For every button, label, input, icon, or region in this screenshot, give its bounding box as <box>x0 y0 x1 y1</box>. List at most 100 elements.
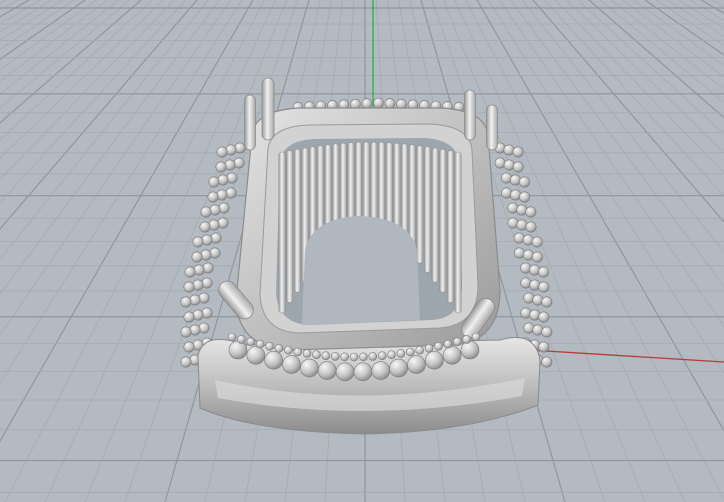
bead <box>520 307 532 319</box>
bead <box>202 262 214 274</box>
bead <box>233 157 245 169</box>
bead <box>191 251 203 263</box>
bead <box>209 247 221 259</box>
bead <box>216 189 228 201</box>
bead <box>531 236 543 248</box>
bead <box>373 97 384 109</box>
bead <box>189 294 201 306</box>
bead <box>541 326 553 338</box>
bead <box>198 292 210 304</box>
bead <box>425 350 444 370</box>
prong <box>486 104 498 151</box>
3d-viewport[interactable] <box>0 0 724 502</box>
prong <box>464 89 476 141</box>
bead <box>321 351 331 361</box>
gallery-rod <box>370 141 378 223</box>
bead <box>330 352 340 361</box>
bead <box>507 217 519 229</box>
gallery-rod <box>454 151 462 314</box>
bead <box>518 176 530 188</box>
bead <box>361 98 373 109</box>
bead <box>183 311 195 323</box>
bead <box>201 307 213 319</box>
bead <box>512 161 524 173</box>
gallery-rod <box>431 147 439 283</box>
bead <box>183 341 195 353</box>
gallery-rod <box>286 150 294 303</box>
bead <box>519 191 531 203</box>
bead <box>503 159 515 171</box>
bead <box>218 202 230 214</box>
bead <box>368 352 378 361</box>
bead <box>522 234 534 246</box>
bead <box>406 347 415 357</box>
bead <box>500 172 512 184</box>
bead <box>371 361 391 380</box>
bead <box>516 204 528 216</box>
bead <box>227 332 237 342</box>
prong <box>261 77 275 141</box>
bead <box>396 349 406 358</box>
bead <box>226 172 238 184</box>
bead <box>340 352 349 362</box>
bead <box>503 144 515 156</box>
bead <box>217 217 229 229</box>
bead <box>442 345 462 365</box>
bead <box>501 187 513 199</box>
bead <box>234 142 246 154</box>
bead <box>529 309 541 321</box>
bead <box>389 358 408 378</box>
bead <box>209 204 221 216</box>
bead <box>359 352 368 362</box>
bead <box>424 344 434 353</box>
bead <box>215 161 227 173</box>
bead <box>184 266 196 278</box>
bead <box>522 249 534 261</box>
bead <box>208 219 220 231</box>
gallery-rod <box>416 145 424 264</box>
bead <box>208 176 220 188</box>
bead <box>300 358 319 378</box>
bead <box>523 322 535 334</box>
bead <box>192 309 204 321</box>
gallery-rod <box>423 146 431 273</box>
bead <box>538 281 550 293</box>
gallery-rod <box>385 142 393 233</box>
gallery-rod <box>293 149 301 293</box>
x-axis-line <box>529 349 724 363</box>
bead <box>538 311 550 323</box>
bead <box>513 247 525 259</box>
bead <box>189 324 201 336</box>
gallery-rod <box>362 141 370 223</box>
bead <box>507 202 519 214</box>
bead <box>538 341 550 353</box>
bead <box>180 296 192 308</box>
bead <box>532 294 544 306</box>
bead <box>525 221 537 233</box>
bead <box>265 341 274 351</box>
bead <box>274 344 284 353</box>
bead <box>282 355 301 374</box>
bead <box>509 174 521 186</box>
viewport-canvas[interactable] <box>0 0 724 502</box>
gallery-rod <box>439 149 447 293</box>
bead <box>387 350 396 360</box>
bead <box>200 249 212 261</box>
ring-model[interactable] <box>180 77 553 435</box>
bead <box>377 351 387 361</box>
right-side-bead-cluster <box>494 142 553 368</box>
bead <box>353 362 373 382</box>
bead <box>255 339 265 349</box>
bead <box>246 337 256 347</box>
bead <box>538 266 550 278</box>
bead <box>471 332 481 342</box>
bead <box>201 277 213 289</box>
bead <box>237 335 246 344</box>
bead <box>224 159 236 171</box>
bead <box>335 362 355 382</box>
bead <box>541 296 553 308</box>
bead <box>460 340 480 360</box>
bead <box>529 279 541 291</box>
bead <box>216 146 228 158</box>
bead <box>531 251 543 263</box>
